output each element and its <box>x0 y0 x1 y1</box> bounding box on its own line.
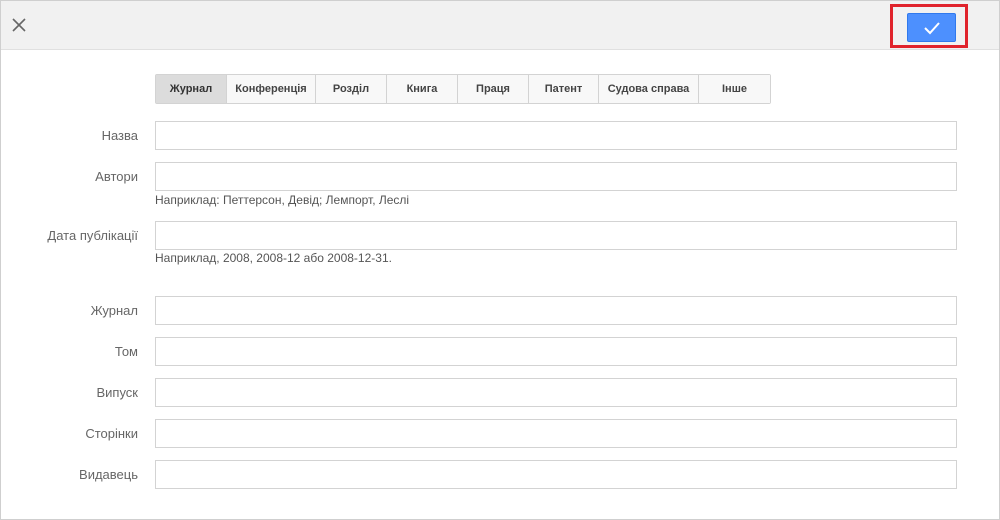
tab-court-case[interactable]: Судова справа <box>599 75 699 103</box>
source-type-tabs: Журнал Конференція Розділ Книга Праця Па… <box>155 74 771 104</box>
dialog-header <box>1 1 999 50</box>
volume-input[interactable] <box>155 337 957 366</box>
volume-label: Том <box>114 344 138 359</box>
publisher-label: Видавець <box>79 467 138 482</box>
pages-input[interactable] <box>155 419 957 448</box>
date-hint: Наприклад, 2008, 2008-12 або 2008-12-31. <box>155 251 392 265</box>
issue-input[interactable] <box>155 378 957 407</box>
tab-book[interactable]: Книга <box>387 75 458 103</box>
publisher-input[interactable] <box>155 460 957 489</box>
journal-input[interactable] <box>155 296 957 325</box>
close-button[interactable] <box>7 13 31 37</box>
tab-other[interactable]: Інше <box>699 75 770 103</box>
issue-label: Випуск <box>96 385 138 400</box>
authors-input[interactable] <box>155 162 957 191</box>
title-input[interactable] <box>155 121 957 150</box>
pages-label: Сторінки <box>85 426 138 441</box>
authors-label: Автори <box>95 169 138 184</box>
tab-chapter[interactable]: Розділ <box>316 75 387 103</box>
tab-patent[interactable]: Патент <box>529 75 599 103</box>
checkmark-icon <box>924 22 940 35</box>
journal-label: Журнал <box>90 303 138 318</box>
confirm-button[interactable] <box>907 13 956 42</box>
tab-journal[interactable]: Журнал <box>156 75 227 103</box>
date-label: Дата публікації <box>47 228 138 243</box>
tab-conference[interactable]: Конференція <box>227 75 316 103</box>
title-label: Назва <box>101 128 138 143</box>
confirm-highlight <box>890 4 968 48</box>
close-icon <box>12 18 26 32</box>
tab-work[interactable]: Праця <box>458 75 529 103</box>
date-input[interactable] <box>155 221 957 250</box>
authors-hint: Наприклад: Петтерсон, Девід; Лемпорт, Ле… <box>155 193 410 207</box>
